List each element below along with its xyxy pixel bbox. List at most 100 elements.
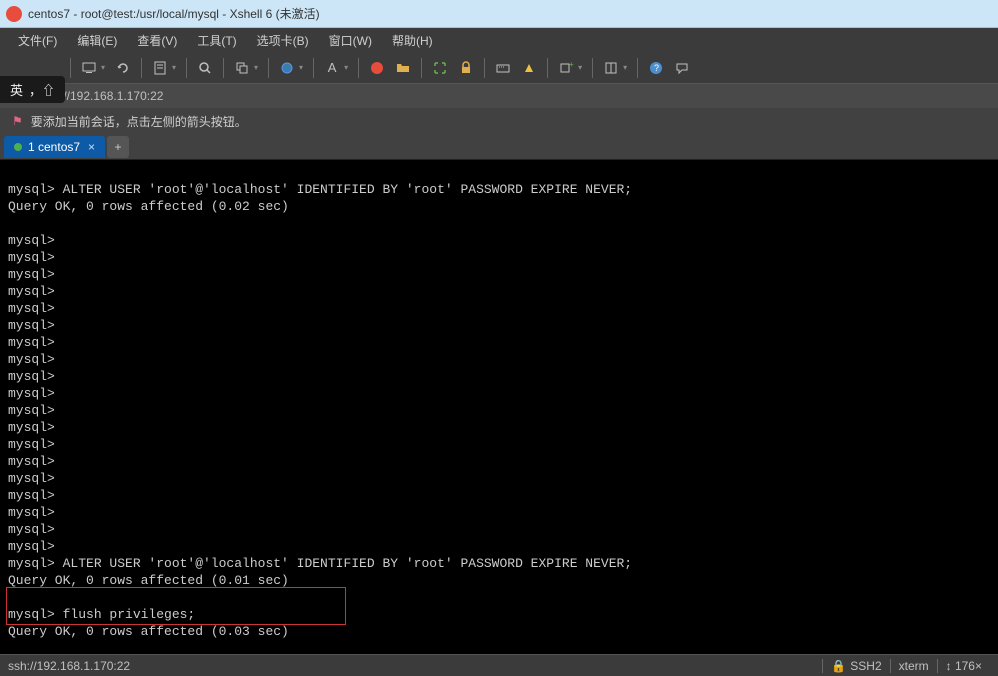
menubar: 文件(F) 编辑(E) 查看(V) 工具(T) 选项卡(B) 窗口(W) 帮助(…: [0, 28, 998, 52]
ime-symbols: ，⇧: [29, 80, 55, 99]
terminal-line: mysql>: [8, 402, 990, 419]
terminal-line: mysql>: [8, 504, 990, 521]
reconnect-icon[interactable]: [111, 56, 135, 80]
terminal-line: mysql>: [8, 249, 990, 266]
tab-bar: 1 centos7 × +: [0, 134, 998, 160]
terminal-line: mysql>: [8, 283, 990, 300]
terminal-line: mysql> ALTER USER 'root'@'localhost' IDE…: [8, 555, 990, 572]
fullscreen-icon[interactable]: [428, 56, 452, 80]
session-tab[interactable]: 1 centos7 ×: [4, 136, 105, 158]
terminal-line: mysql>: [8, 436, 990, 453]
terminal-line: mysql> ALTER USER 'root'@'localhost' IDE…: [8, 181, 990, 198]
chat-icon[interactable]: [670, 56, 694, 80]
flag-icon: ⚑: [12, 114, 23, 128]
terminal-line: mysql> flush privileges;: [8, 606, 990, 623]
toolbar-separator: [484, 58, 485, 78]
connected-indicator-icon: [14, 143, 22, 151]
layout-icon[interactable]: [599, 56, 623, 80]
copy-icon[interactable]: [230, 56, 254, 80]
toolbar-separator: [637, 58, 638, 78]
tip-text: 要添加当前会话，点击左侧的箭头按钮。: [31, 113, 247, 130]
toolbar-separator: [421, 58, 422, 78]
terminal-line: mysql>: [8, 317, 990, 334]
close-tab-icon[interactable]: ×: [86, 140, 97, 154]
status-size: ↕ 176×: [937, 659, 990, 673]
help-icon[interactable]: ?: [644, 56, 668, 80]
new-tab-icon[interactable]: +: [554, 56, 578, 80]
terminal-line: mysql>: [8, 538, 990, 555]
dropdown-arrow-icon[interactable]: ▾: [344, 63, 352, 72]
menu-tools[interactable]: 工具(T): [189, 30, 244, 51]
toolbar-separator: [141, 58, 142, 78]
terminal-line: mysql>: [8, 334, 990, 351]
terminal-line: [8, 215, 990, 232]
lock-icon[interactable]: [454, 56, 478, 80]
terminal-line: Query OK, 0 rows affected (0.01 sec): [8, 572, 990, 589]
toolbar-separator: [223, 58, 224, 78]
properties-icon[interactable]: [148, 56, 172, 80]
menu-view[interactable]: 查看(V): [129, 30, 185, 51]
terminal-line: mysql>: [8, 232, 990, 249]
terminal[interactable]: mysql> ALTER USER 'root'@'localhost' IDE…: [0, 160, 998, 654]
xshell-logo-icon[interactable]: [365, 56, 389, 80]
folder-icon[interactable]: [391, 56, 415, 80]
font-icon[interactable]: A: [320, 56, 344, 80]
session-icon[interactable]: [77, 56, 101, 80]
menu-file[interactable]: 文件(F): [10, 30, 65, 51]
terminal-line: mysql>: [8, 453, 990, 470]
terminal-line: mysql>: [8, 521, 990, 538]
add-tab-button[interactable]: +: [107, 136, 129, 158]
terminal-line: mysql>: [8, 419, 990, 436]
terminal-line: mysql>: [8, 351, 990, 368]
status-protocol: 🔒 SSH2: [822, 659, 889, 673]
toolbar-separator: [592, 58, 593, 78]
tab-label: 1 centos7: [28, 140, 80, 154]
lock-icon: 🔒: [831, 659, 846, 673]
terminal-line: mysql>: [8, 385, 990, 402]
status-address: ssh://192.168.1.170:22: [8, 659, 822, 673]
toolbar-separator: [313, 58, 314, 78]
menu-edit[interactable]: 编辑(E): [69, 30, 125, 51]
search-icon[interactable]: [193, 56, 217, 80]
toolbar-separator: [358, 58, 359, 78]
dropdown-arrow-icon[interactable]: ▾: [254, 63, 262, 72]
address-text: ://192.168.1.170:22: [60, 89, 163, 103]
terminal-line: Query OK, 0 rows affected (0.03 sec): [8, 623, 990, 640]
dropdown-arrow-icon[interactable]: ▾: [623, 63, 631, 72]
toolbar-separator: [268, 58, 269, 78]
dropdown-arrow-icon[interactable]: ▾: [299, 63, 307, 72]
svg-text:?: ?: [654, 63, 659, 73]
window-title: centos7 - root@test:/usr/local/mysql - X…: [28, 5, 992, 22]
toolbar-separator: [547, 58, 548, 78]
terminal-line: Query OK, 0 rows affected (0.02 sec): [8, 198, 990, 215]
status-bar: ssh://192.168.1.170:22 🔒 SSH2 xterm ↕ 17…: [0, 654, 998, 676]
keyboard-icon[interactable]: [491, 56, 515, 80]
dropdown-arrow-icon[interactable]: ▾: [172, 63, 180, 72]
toolbar-separator: [70, 58, 71, 78]
terminal-line: mysql>: [8, 368, 990, 385]
terminal-line: mysql>: [8, 470, 990, 487]
globe-icon[interactable]: [275, 56, 299, 80]
tip-bar: ⚑ 要添加当前会话，点击左侧的箭头按钮。: [0, 108, 998, 134]
terminal-line: mysql>: [8, 266, 990, 283]
terminal-line: mysql>: [8, 300, 990, 317]
address-bar[interactable]: ://192.168.1.170:22: [0, 84, 998, 108]
dropdown-arrow-icon[interactable]: ▾: [101, 63, 109, 72]
protocol-text: SSH2: [850, 659, 881, 673]
app-icon: [6, 6, 22, 22]
terminal-line: [8, 589, 990, 606]
menu-window[interactable]: 窗口(W): [321, 30, 380, 51]
ime-indicator[interactable]: 英 ，⇧: [0, 76, 65, 103]
dropdown-arrow-icon[interactable]: ▾: [578, 63, 586, 72]
toolbar-separator: [186, 58, 187, 78]
highlight-icon[interactable]: [517, 56, 541, 80]
toolbar: 英 ，⇧ ▾ ▾ ▾ ▾ A ▾ + ▾ ▾ ?: [0, 52, 998, 84]
status-termtype: xterm: [890, 659, 937, 673]
menu-tabs[interactable]: 选项卡(B): [249, 30, 317, 51]
svg-text:+: +: [569, 60, 574, 69]
terminal-line: [8, 640, 990, 654]
menu-help[interactable]: 帮助(H): [384, 30, 441, 51]
ime-lang: 英: [10, 80, 23, 99]
titlebar: centos7 - root@test:/usr/local/mysql - X…: [0, 0, 998, 28]
terminal-line: mysql>: [8, 487, 990, 504]
